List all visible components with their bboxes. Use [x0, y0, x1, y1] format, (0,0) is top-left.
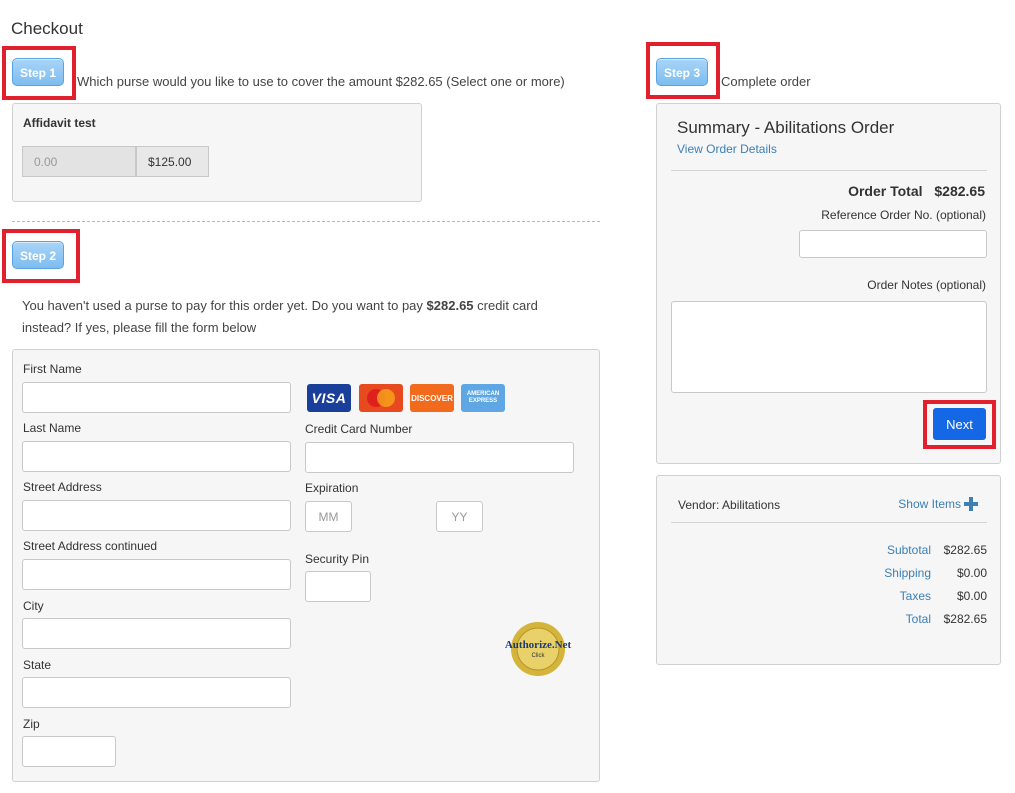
- order-total-value: $282.65: [934, 183, 985, 199]
- summary-row-subtotal: Subtotal $282.65: [807, 543, 987, 566]
- step3-highlight: Step 3: [646, 42, 720, 99]
- plus-icon: [964, 497, 978, 511]
- zip-label: Zip: [23, 717, 40, 731]
- view-order-details-link[interactable]: View Order Details: [677, 142, 777, 156]
- discover-icon: DISCOVER: [410, 384, 454, 412]
- total-label[interactable]: Total: [906, 612, 931, 635]
- vendor-label: Vendor: Abilitations: [678, 498, 781, 512]
- step2-highlight: Step 2: [2, 229, 80, 283]
- state-input[interactable]: [22, 677, 291, 708]
- mastercard-icon: [359, 384, 403, 412]
- step1-highlight: Step 1: [2, 46, 76, 100]
- seal-sub: Click: [531, 653, 545, 659]
- street-address-input[interactable]: [22, 500, 291, 531]
- purse-panel: Affidavit test 0.00 $125.00: [12, 103, 422, 202]
- summary-panel: Summary - Abilitations Order View Order …: [656, 103, 1001, 464]
- first-name-label: First Name: [23, 362, 82, 376]
- summary-row-total: Total $282.65: [807, 612, 987, 635]
- city-input[interactable]: [22, 618, 291, 649]
- total-value: $282.65: [943, 612, 987, 626]
- credit-card-form: First Name Last Name Street Address Stre…: [12, 349, 600, 782]
- purse-amount-input[interactable]: 0.00: [22, 146, 136, 177]
- reference-order-label: Reference Order No. (optional): [821, 208, 986, 222]
- step2-intro-after: credit card: [473, 298, 538, 313]
- reference-order-input[interactable]: [799, 230, 987, 258]
- summary-title: Summary - Abilitations Order: [677, 118, 895, 137]
- expiration-year-input[interactable]: YY: [436, 501, 483, 532]
- step1-badge: Step 1: [12, 58, 65, 86]
- zip-input[interactable]: [22, 736, 116, 767]
- taxes-label[interactable]: Taxes: [900, 589, 931, 612]
- seal-name: Authorize.Net: [504, 639, 572, 651]
- vendor-panel: Vendor: Abilitations Show Items Subtotal…: [656, 475, 1001, 665]
- street-address2-label: Street Address continued: [23, 539, 158, 553]
- order-total-label: Order Total: [848, 183, 923, 199]
- order-notes-textarea[interactable]: [671, 301, 987, 393]
- expiration-month-input[interactable]: MM: [305, 501, 352, 532]
- step2-intro-line2: instead? If yes, please fill the form be…: [22, 320, 257, 335]
- step1-text: Which purse would you like to use to cov…: [77, 74, 565, 89]
- purse-balance: $125.00: [136, 146, 209, 177]
- shipping-value: $0.00: [956, 566, 987, 580]
- summary-row-taxes: Taxes $0.00: [807, 589, 987, 612]
- summary-row-shipping: Shipping $0.00: [807, 566, 987, 589]
- security-pin-label: Security Pin: [305, 552, 370, 566]
- step2-intro-before: You haven't used a purse to pay for this…: [22, 298, 427, 313]
- authorize-net-seal[interactable]: Authorize.Net Click: [501, 620, 575, 678]
- subtotal-value: $282.65: [943, 543, 987, 557]
- amex-text: AMERICAN EXPRESS: [466, 391, 500, 404]
- credit-card-number-label: Credit Card Number: [305, 422, 413, 436]
- vendor-divider: [671, 522, 987, 523]
- last-name-input[interactable]: [22, 441, 291, 472]
- step2-intro-amount: $282.65: [426, 298, 474, 313]
- expiration-label: Expiration: [305, 481, 359, 495]
- step2-badge: Step 2: [12, 241, 65, 269]
- street-address-label: Street Address: [23, 480, 102, 494]
- order-notes-label: Order Notes (optional): [867, 278, 986, 292]
- credit-card-number-input[interactable]: [305, 442, 574, 473]
- page-title: Checkout: [11, 19, 83, 38]
- city-label: City: [23, 599, 44, 613]
- show-items-label: Show Items: [898, 497, 961, 511]
- summary-divider: [671, 170, 987, 171]
- purse-name: Affidavit test: [23, 116, 96, 130]
- last-name-label: Last Name: [23, 421, 82, 435]
- visa-icon: VISA: [307, 384, 351, 412]
- divider: [12, 221, 600, 222]
- taxes-value: $0.00: [956, 589, 987, 603]
- next-button[interactable]: Next: [933, 408, 986, 440]
- security-pin-input[interactable]: [305, 571, 371, 602]
- step3-badge: Step 3: [656, 58, 709, 86]
- subtotal-label[interactable]: Subtotal: [887, 543, 931, 566]
- amex-icon: AMERICAN EXPRESS: [461, 384, 505, 412]
- step2-intro: You haven't used a purse to pay for this…: [22, 295, 602, 339]
- shipping-label[interactable]: Shipping: [884, 566, 931, 589]
- show-items-link[interactable]: Show Items: [898, 497, 978, 511]
- street-address2-input[interactable]: [22, 559, 291, 590]
- vendor-summary: Subtotal $282.65 Shipping $0.00 Taxes $0…: [807, 543, 987, 635]
- state-label: State: [23, 658, 52, 672]
- step3-text: Complete order: [721, 74, 811, 89]
- first-name-input[interactable]: [22, 382, 291, 413]
- order-total: Order Total $282.65: [848, 183, 985, 199]
